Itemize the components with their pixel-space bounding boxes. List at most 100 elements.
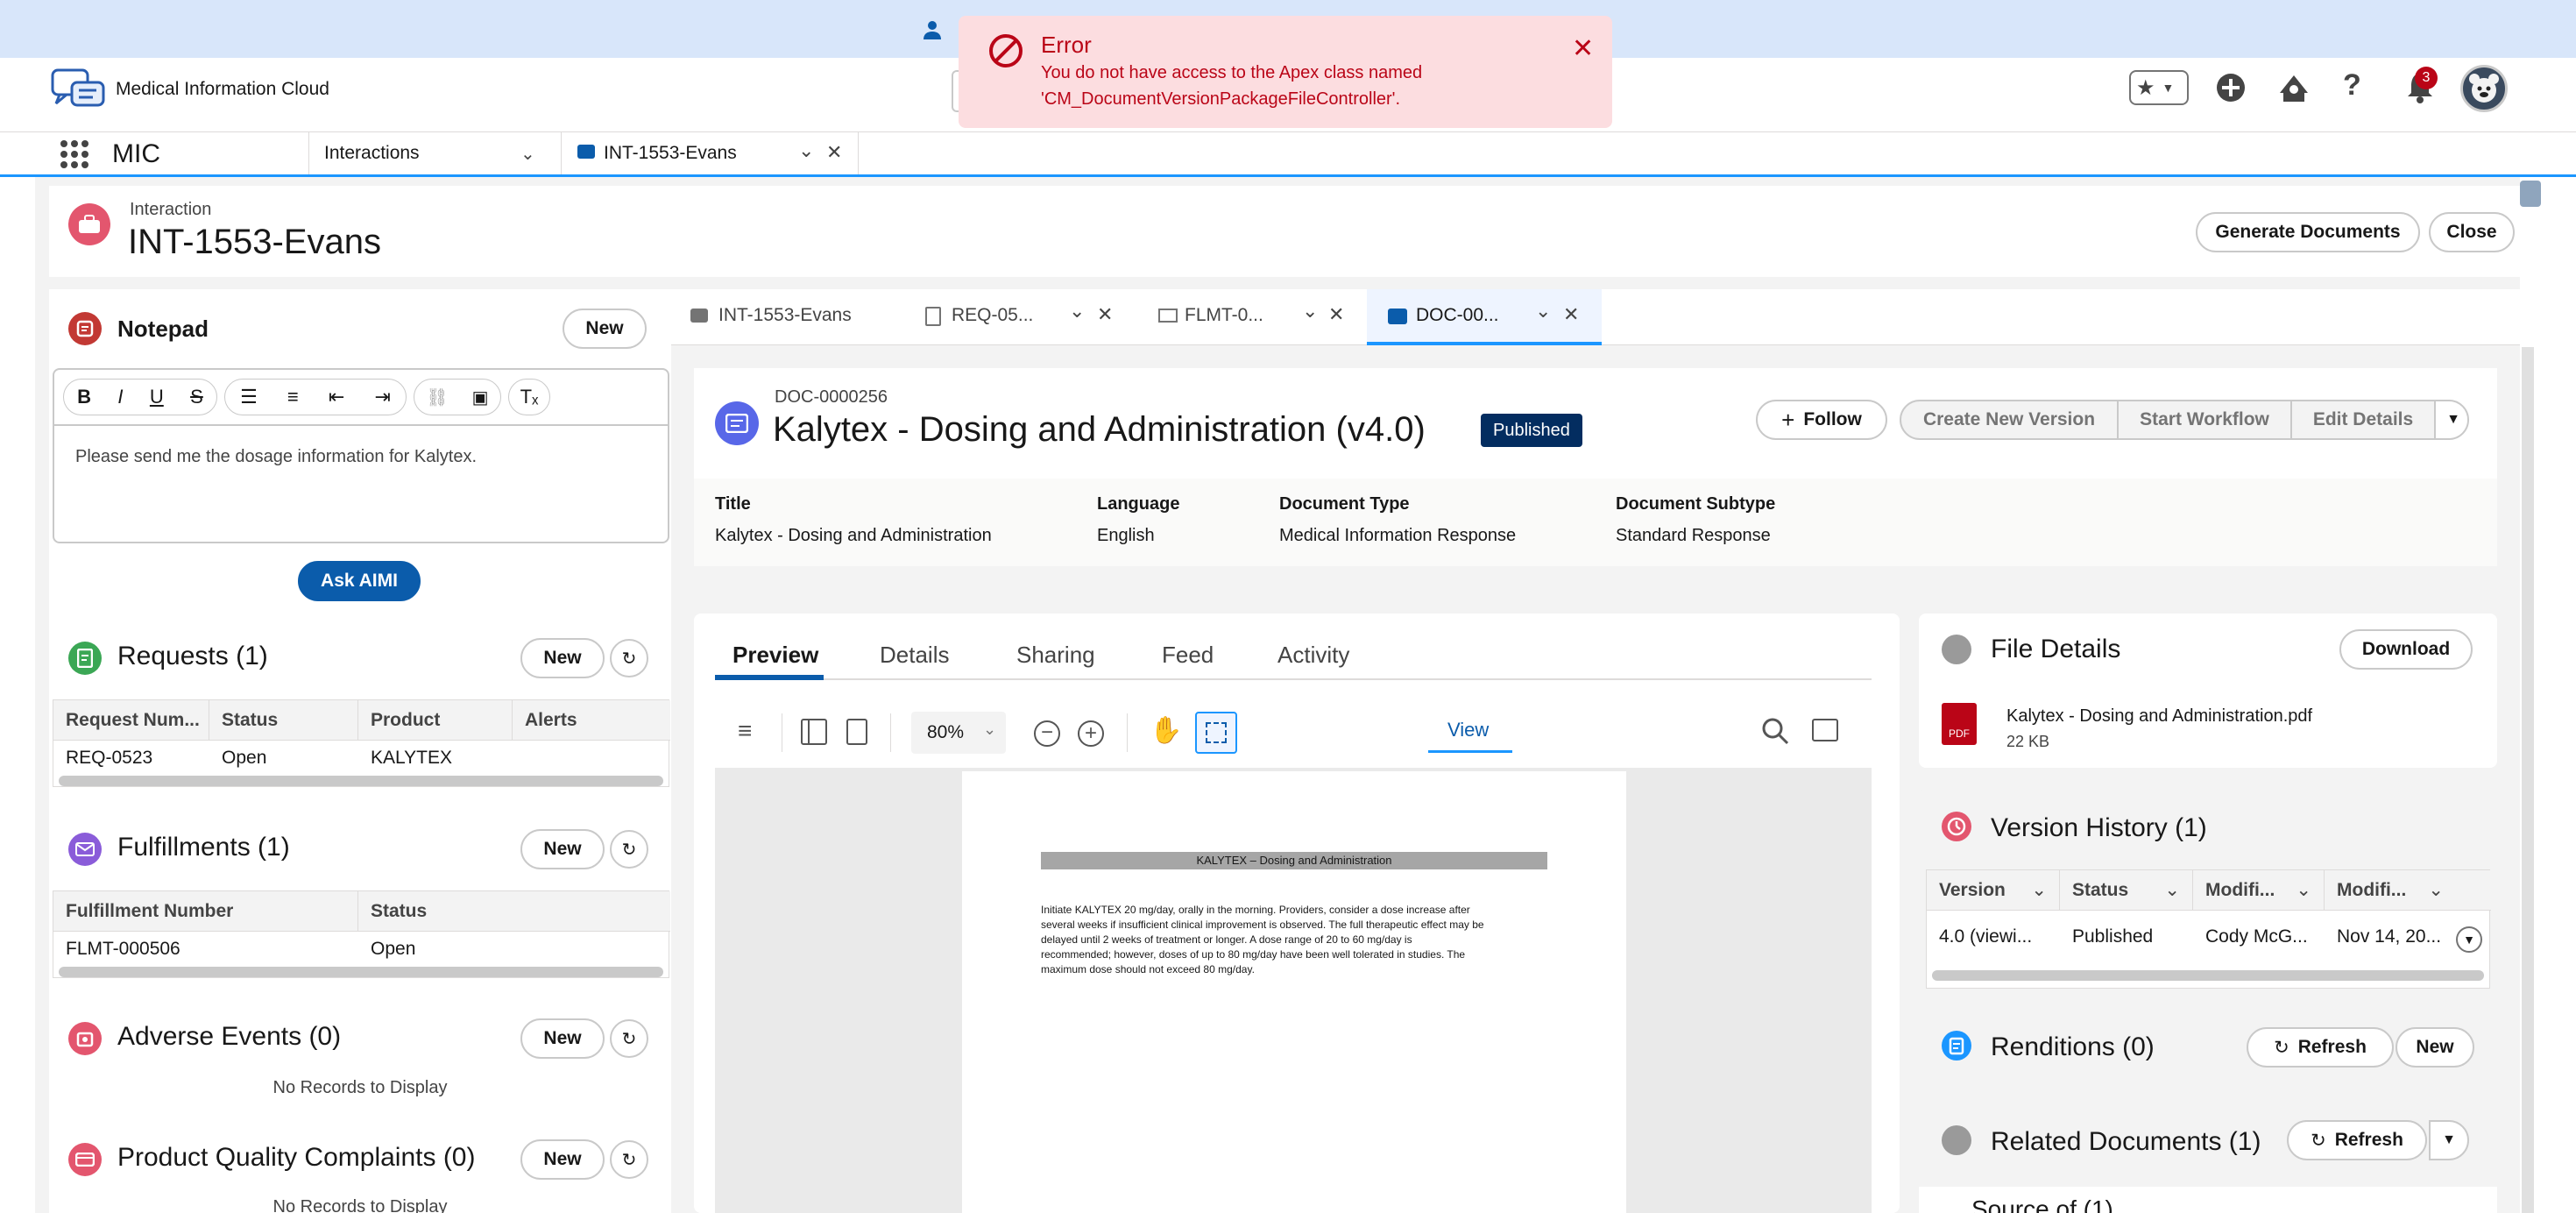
request-product-link[interactable]: KALYTEX <box>358 741 513 776</box>
close-tab-icon[interactable]: ✕ <box>1097 303 1113 326</box>
nav-tab-active[interactable]: INT-1553-Evans ⌄ ✕ <box>561 132 859 174</box>
help-icon[interactable]: ? <box>2343 68 2361 103</box>
pdf-file-icon: PDF <box>1942 703 1977 745</box>
favorites-button[interactable]: ★ ▼ <box>2129 70 2189 105</box>
pan-hand-icon[interactable]: ✋ <box>1150 715 1182 746</box>
chevron-down-icon: ⌄ <box>2296 880 2311 900</box>
pdf-line: Initiate KALYTEX 20 mg/day, orally in th… <box>1041 904 1470 916</box>
column-header[interactable]: Status <box>358 891 670 932</box>
tab-sharing[interactable]: Sharing <box>1016 642 1095 669</box>
pdf-line: delayed until 2 weeks of treatment or lo… <box>1041 933 1412 946</box>
complaints-icon <box>68 1143 102 1176</box>
tab-preview[interactable]: Preview <box>732 642 818 669</box>
renditions-refresh-button[interactable]: ↻ Refresh <box>2247 1027 2394 1068</box>
chevron-down-icon[interactable]: ⌄ <box>798 139 814 162</box>
setup-assistant-icon[interactable] <box>2278 74 2310 103</box>
create-new-version-button[interactable]: Create New Version <box>1901 401 2119 438</box>
chevron-down-icon[interactable]: ⌄ <box>520 143 535 165</box>
zoom-select[interactable]: 80% ⌄ <box>911 712 1006 754</box>
close-button[interactable]: Close <box>2429 212 2515 252</box>
close-tab-icon[interactable]: ✕ <box>1563 303 1579 326</box>
close-tab-icon[interactable]: ✕ <box>826 141 842 164</box>
requests-refresh-icon[interactable]: ↻ <box>610 639 648 677</box>
requests-new-button[interactable]: New <box>520 638 605 678</box>
related-more-icon[interactable]: ▼ <box>2429 1120 2469 1160</box>
comments-icon[interactable] <box>1812 719 1838 741</box>
chevron-down-icon[interactable]: ⌄ <box>1069 300 1085 323</box>
more-actions-icon[interactable]: ▼ <box>2436 401 2467 438</box>
column-header[interactable]: Product <box>358 700 513 741</box>
fulfillment-number-link[interactable]: FLMT-000506 <box>53 932 358 967</box>
search-icon[interactable] <box>1761 717 1789 745</box>
chevron-down-icon[interactable]: ⌄ <box>1535 300 1551 323</box>
italic-icon[interactable]: I <box>117 386 123 408</box>
column-header[interactable]: Alerts <box>513 700 670 741</box>
horizontal-scrollbar[interactable] <box>1932 970 2484 981</box>
underline-icon[interactable]: U <box>150 386 164 408</box>
link-icon[interactable]: ⛓ <box>426 387 448 408</box>
zoom-in-icon[interactable]: + <box>1078 720 1104 747</box>
user-avatar[interactable] <box>2460 65 2508 112</box>
start-workflow-button[interactable]: Start Workflow <box>2119 401 2292 438</box>
subtab-active[interactable]: DOC-00... ⌄ ✕ <box>1367 289 1602 345</box>
clear-formatting-icon[interactable]: Tₓ <box>520 386 539 408</box>
column-header[interactable]: Modifi... ⌄ <box>2325 870 2491 911</box>
select-tool-icon[interactable] <box>1195 712 1237 754</box>
file-name-link[interactable]: Kalytex - Dosing and Administration.pdf <box>2006 706 2312 727</box>
outdent-icon[interactable]: ⇤ <box>329 386 344 408</box>
column-header[interactable]: Status <box>209 700 358 741</box>
adverse-events-refresh-icon[interactable]: ↻ <box>610 1019 648 1058</box>
numbered-list-icon[interactable]: ≡ <box>287 386 299 408</box>
nav-tab-interactions[interactable]: Interactions <box>324 143 420 164</box>
horizontal-scrollbar[interactable] <box>59 967 663 977</box>
subtab-fulfillment[interactable]: FLMT-0... <box>1185 305 1263 326</box>
horizontal-scrollbar[interactable] <box>59 776 663 786</box>
renditions-new-button[interactable]: New <box>2396 1027 2474 1068</box>
complaints-refresh-icon[interactable]: ↻ <box>610 1140 648 1179</box>
column-header[interactable]: Version ⌄ <box>1927 870 2060 911</box>
view-mode-tab[interactable]: View <box>1447 719 1489 741</box>
close-tab-icon[interactable]: ✕ <box>1328 303 1344 326</box>
chevron-down-icon[interactable]: ⌄ <box>1302 300 1318 323</box>
version-link[interactable]: 4.0 (viewi... <box>1927 919 2060 954</box>
app-launcher-icon[interactable] <box>60 139 89 169</box>
column-header[interactable]: Fulfillment Number <box>53 891 358 932</box>
edit-details-button[interactable]: Edit Details <box>2292 401 2436 438</box>
column-header[interactable]: Modifi... ⌄ <box>2193 870 2325 911</box>
fulfillments-new-button[interactable]: New <box>520 829 605 869</box>
menu-icon[interactable]: ≡ <box>738 717 752 745</box>
indent-icon[interactable]: ⇥ <box>374 386 390 408</box>
fulfillments-refresh-icon[interactable]: ↻ <box>610 830 648 869</box>
follow-button[interactable]: + Follow <box>1756 400 1887 440</box>
page-settings-icon[interactable] <box>846 719 867 745</box>
image-icon[interactable]: ▣ <box>472 387 489 408</box>
global-add-icon[interactable] <box>2215 72 2247 103</box>
subtab-interaction[interactable]: INT-1553-Evans <box>718 305 852 326</box>
related-refresh-button[interactable]: ↻ Refresh <box>2287 1120 2427 1160</box>
vertical-scrollbar[interactable] <box>2522 347 2534 1213</box>
subtab-request[interactable]: REQ-05... <box>952 305 1033 326</box>
notepad-textarea[interactable]: Please send me the dosage information fo… <box>53 424 669 543</box>
strikethrough-icon[interactable]: S <box>190 386 203 408</box>
column-header[interactable]: Request Num... <box>53 700 209 741</box>
error-close-icon[interactable]: ✕ <box>1572 33 1594 64</box>
request-number-link[interactable]: REQ-0523 <box>53 741 209 776</box>
field-label: Title <box>715 494 751 514</box>
bulleted-list-icon[interactable]: ☰ <box>240 386 258 408</box>
row-actions-icon[interactable]: ▼ <box>2456 926 2482 953</box>
notepad-new-button[interactable]: New <box>563 309 647 349</box>
adverse-events-new-button[interactable]: New <box>520 1018 605 1059</box>
zoom-out-icon[interactable]: − <box>1034 720 1060 747</box>
complaints-new-button[interactable]: New <box>520 1139 605 1180</box>
download-button[interactable]: Download <box>2339 629 2473 670</box>
tab-details[interactable]: Details <box>880 642 949 669</box>
column-header[interactable]: Status ⌄ <box>2060 870 2193 911</box>
sidebar-toggle-icon[interactable] <box>801 719 827 745</box>
ask-aimi-button[interactable]: Ask AIMI <box>298 561 421 601</box>
tab-activity[interactable]: Activity <box>1277 642 1349 669</box>
tab-feed[interactable]: Feed <box>1162 642 1214 669</box>
modified-by-link[interactable]: Cody McG... <box>2193 919 2325 954</box>
utility-bar-toggle[interactable] <box>2520 181 2541 207</box>
bold-icon[interactable]: B <box>77 386 91 408</box>
generate-documents-button[interactable]: Generate Documents <box>2196 212 2420 252</box>
